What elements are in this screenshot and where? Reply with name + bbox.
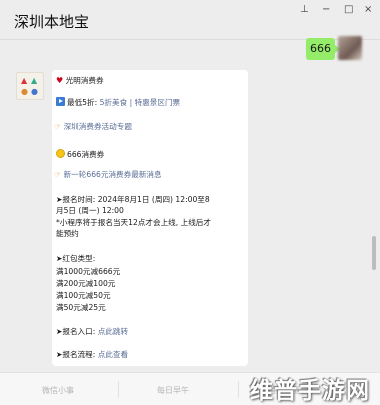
- divider: [238, 381, 239, 398]
- card-line-discount: 最低5折: 5折美食 | 特惠景区门票: [56, 97, 248, 108]
- my-message-bubble[interactable]: 666: [306, 38, 340, 60]
- types-header: ➤红包类型:: [56, 254, 96, 263]
- news-link[interactable]: 新一轮666元消费券最新消息: [64, 170, 162, 179]
- coin-icon: [56, 149, 65, 158]
- chat-title: 深圳本地宝: [14, 13, 90, 31]
- signup-time-line-1: ➤报名时间: 2024年8月1日 (周四) 12:00至8: [56, 195, 210, 204]
- divider: [118, 381, 119, 398]
- play-icon: [56, 97, 65, 106]
- type-item: 满50元减25元: [56, 303, 106, 312]
- entry-line: ➤报名入口: 点此跳转: [56, 327, 129, 336]
- topic-link[interactable]: 深圳消费券活动专题: [64, 122, 132, 131]
- type-item: 满1000元减666元: [56, 267, 121, 276]
- note-line-2: 能预约: [56, 229, 79, 238]
- logo-icon: ▲: [21, 76, 28, 85]
- signup-time-line-2: 月5日 (周一) 12:00: [56, 206, 124, 215]
- my-avatar[interactable]: [338, 36, 362, 60]
- type-item: 满100元减50元: [56, 291, 111, 300]
- process-link[interactable]: 点此查看: [98, 350, 128, 359]
- scrollbar[interactable]: [372, 236, 376, 270]
- heart-icon: ♥: [56, 76, 64, 85]
- title-bar: 深圳本地宝 ⊥ − □ ×: [0, 0, 380, 40]
- pin-icon[interactable]: ⊥: [300, 4, 309, 15]
- close-button[interactable]: ×: [364, 4, 372, 15]
- discount-link[interactable]: 5折美食 | 特惠景区门票: [100, 98, 181, 107]
- minimize-button[interactable]: −: [322, 4, 330, 15]
- process-line: ➤报名流程: 点此查看: [56, 350, 129, 359]
- card-line-news: ☞ 新一轮666元消费券最新消息: [54, 170, 248, 180]
- pointing-hand-icon: ☞: [54, 122, 62, 131]
- maximize-button[interactable]: □: [344, 4, 353, 15]
- account-avatar[interactable]: ▲ ▲ ● ●: [16, 72, 44, 100]
- menu-item-1[interactable]: 微信小事: [42, 385, 74, 396]
- pointing-hand-icon: ☞: [54, 170, 62, 179]
- card-line-666: 666消费券: [56, 149, 248, 160]
- watermark: 维普手游网: [250, 378, 370, 404]
- note-line-1: *小程序将于报名当天12点才会上线, 上线后才: [56, 218, 211, 227]
- card-line-title: ♥ 光明消费券: [56, 76, 104, 85]
- message-card[interactable]: ♥ 光明消费券 最低5折: 5折美食 | 特惠景区门票 ☞ 深圳消费券活动专题 …: [52, 70, 248, 366]
- type-item: 满200元减100元: [56, 279, 116, 288]
- card-line-topic: ☞ 深圳消费券活动专题: [54, 122, 248, 132]
- entry-link[interactable]: 点此跳转: [98, 327, 128, 336]
- menu-item-2[interactable]: 每日早午: [157, 385, 189, 396]
